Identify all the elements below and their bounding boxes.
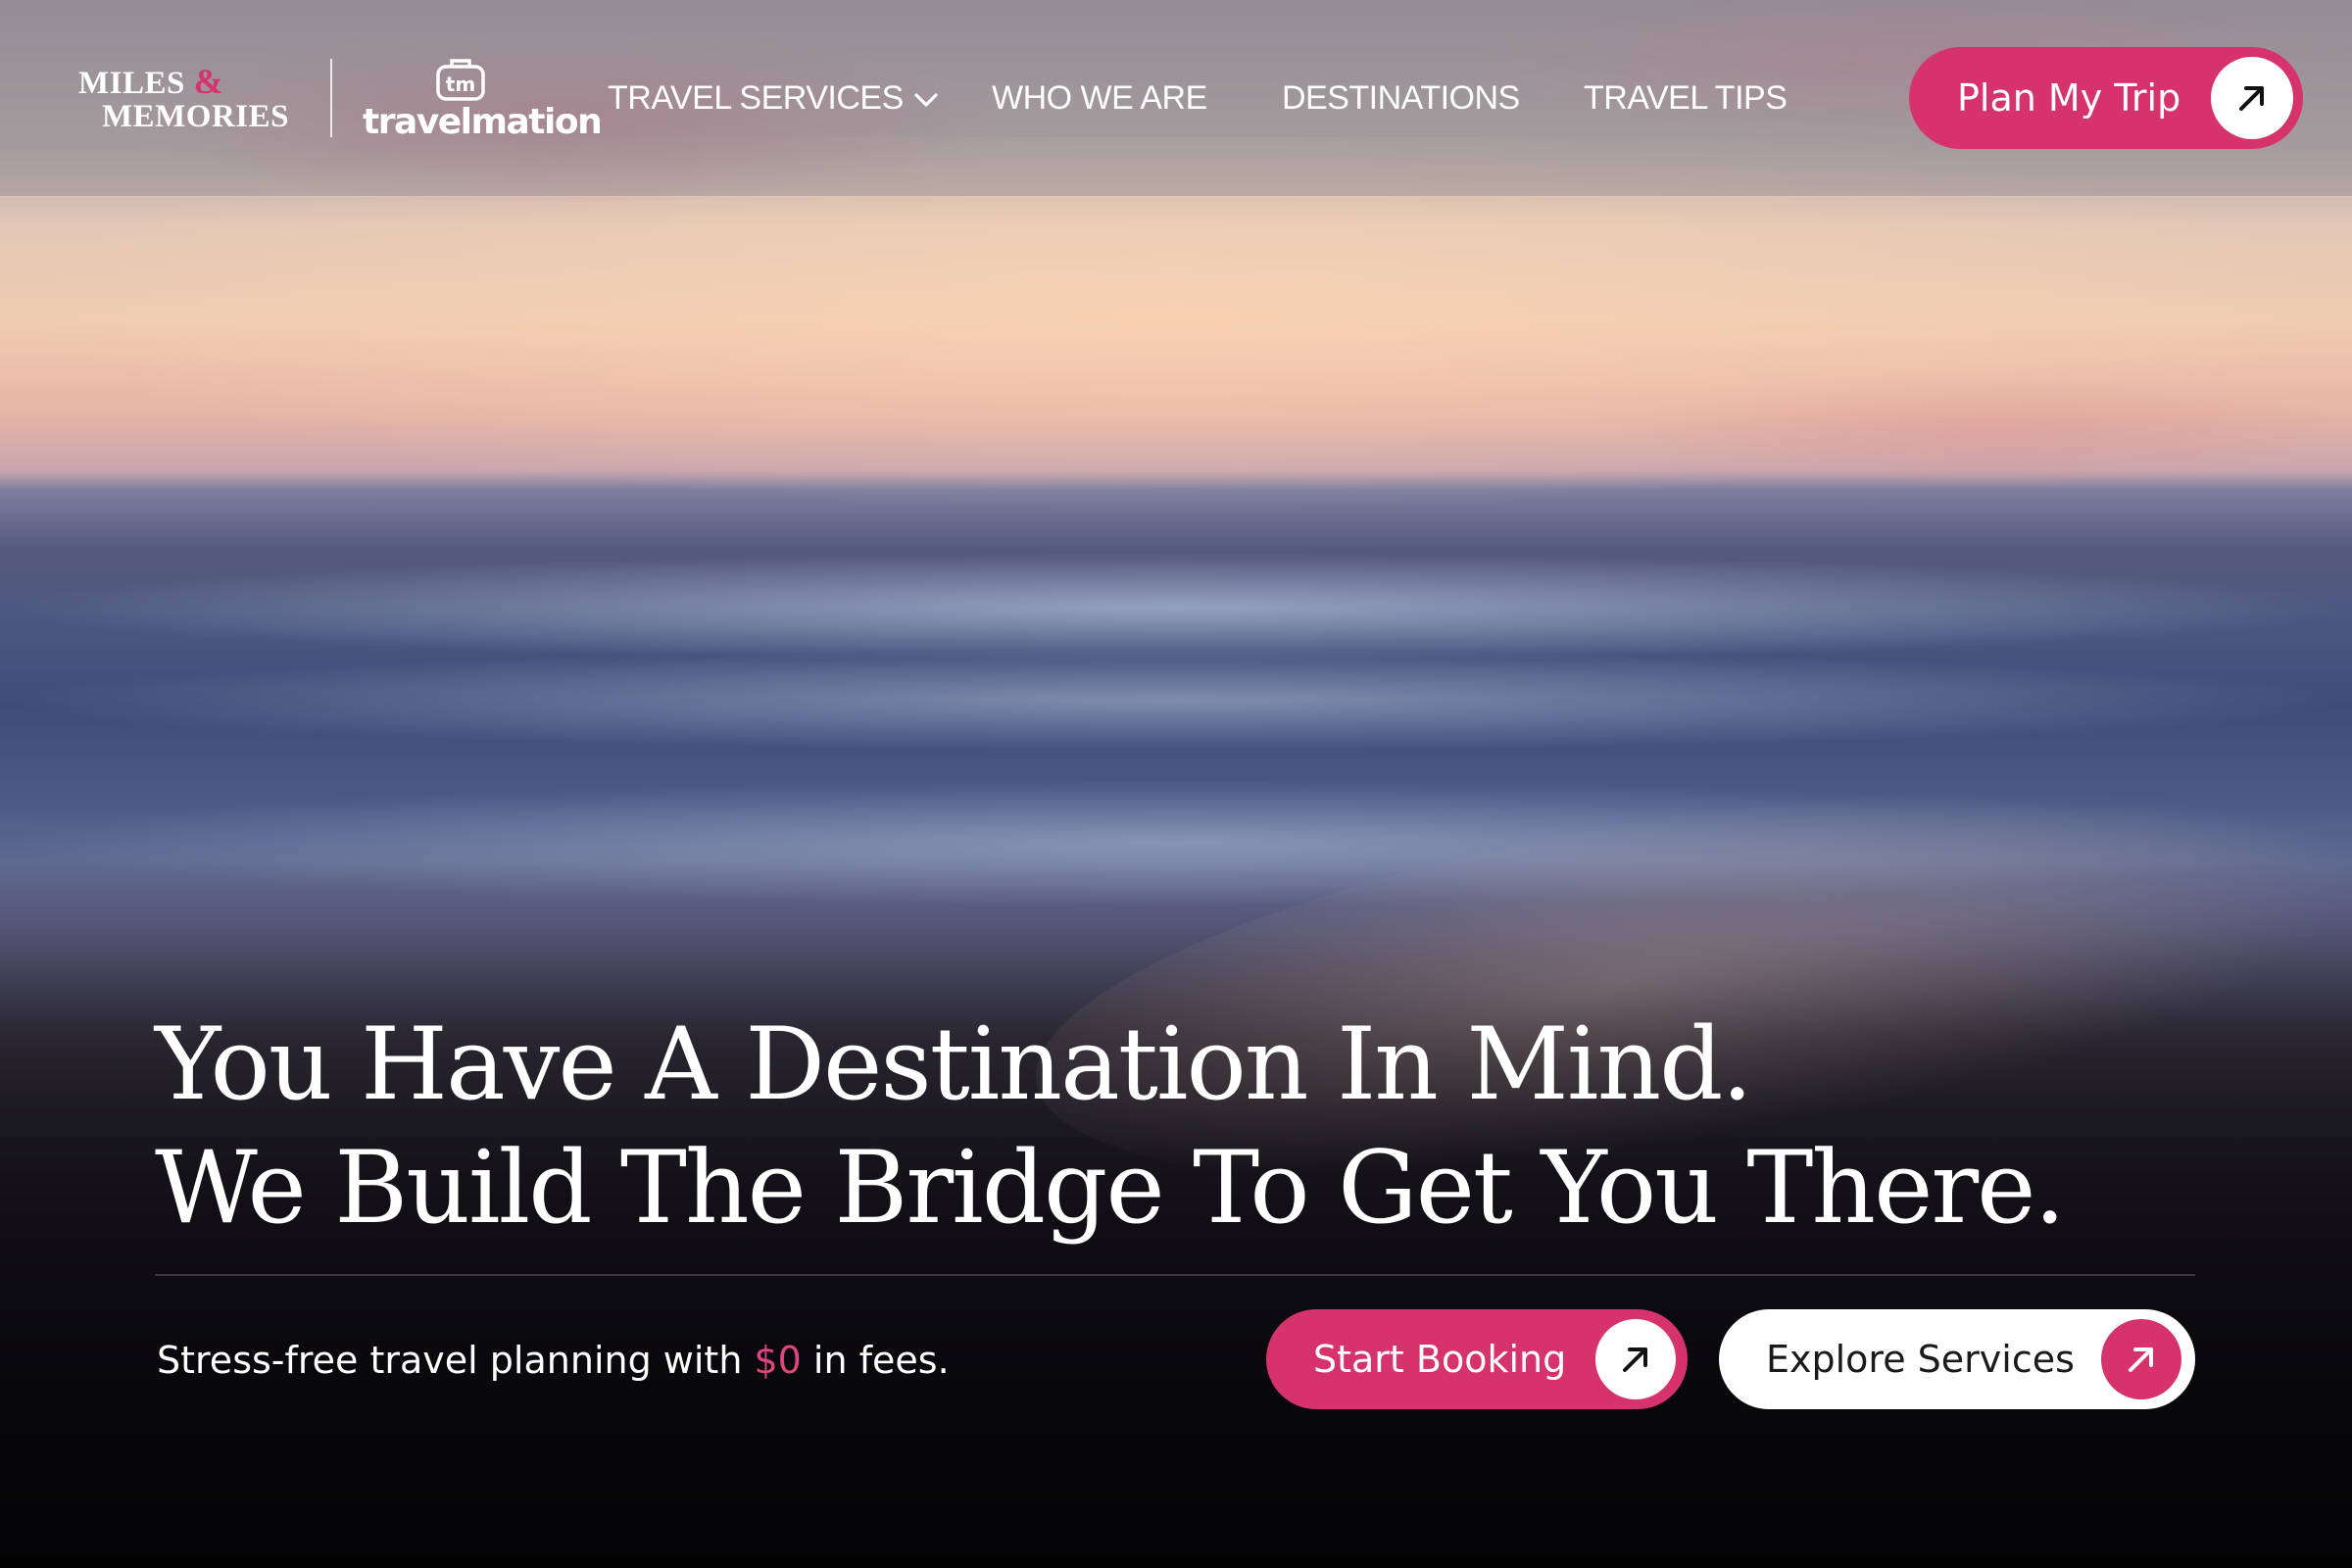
- travelmation-logo[interactable]: tm travelmation: [361, 57, 603, 145]
- tagline-text-end: in fees.: [801, 1339, 950, 1382]
- hero-divider: [155, 1274, 2195, 1276]
- hero-tagline: Stress-free travel planning with $0 in f…: [157, 1335, 950, 1386]
- headline-line-2: We Build The Bridge To Get You There.: [155, 1130, 2066, 1247]
- arrow-circle: [2211, 57, 2293, 139]
- tm-icon-text: tm: [446, 73, 475, 96]
- plan-my-trip-label: Plan My Trip: [1957, 76, 2181, 120]
- hero-headline: You Have A Destination In Mind. We Build…: [155, 1004, 2213, 1250]
- miles-memories-logo[interactable]: MILES & MEMORIES: [78, 62, 294, 134]
- site-header: MILES & MEMORIES tm travelmation TRAVEL …: [0, 0, 2352, 196]
- arrow-up-right-icon: [2239, 86, 2264, 111]
- nav-item-label: TRAVEL SERVICES: [608, 79, 904, 117]
- logo-word-memories: MEMORIES: [102, 99, 290, 134]
- tagline-text: Stress-free travel planning with: [157, 1339, 755, 1382]
- start-booking-button[interactable]: Start Booking: [1266, 1309, 1688, 1409]
- headline-line-1: You Have A Destination In Mind.: [155, 1006, 1753, 1123]
- arrow-circle: [2101, 1319, 2181, 1399]
- arrow-up-right-icon: [1623, 1348, 1647, 1372]
- tagline-fee-highlight: $0: [754, 1339, 802, 1382]
- nav-item-who-we-are[interactable]: WHO WE ARE: [992, 76, 1207, 120]
- start-booking-label: Start Booking: [1313, 1338, 1567, 1381]
- nav-item-label: TRAVEL TIPS: [1584, 79, 1788, 117]
- nav-item-label: WHO WE ARE: [992, 79, 1207, 117]
- explore-services-label: Explore Services: [1766, 1338, 2075, 1381]
- nav-item-travel-tips[interactable]: TRAVEL TIPS: [1584, 76, 1788, 120]
- explore-services-button[interactable]: Explore Services: [1719, 1309, 2195, 1409]
- logo-word-miles: MILES: [78, 66, 185, 101]
- travelmation-wordmark: travelmation: [363, 102, 603, 142]
- plan-my-trip-button[interactable]: Plan My Trip: [1909, 47, 2303, 149]
- arrow-up-right-icon: [2129, 1348, 2153, 1372]
- nav-item-destinations[interactable]: DESTINATIONS: [1282, 76, 1520, 120]
- nav-item-label: DESTINATIONS: [1282, 79, 1520, 117]
- logo-divider: [330, 59, 332, 137]
- nav-item-travel-services[interactable]: TRAVEL SERVICES: [608, 76, 939, 120]
- arrow-circle: [1595, 1319, 1676, 1399]
- logo-ampersand: &: [193, 62, 224, 101]
- chevron-down-icon: [914, 93, 938, 107]
- tm-suitcase-icon: tm: [436, 59, 485, 101]
